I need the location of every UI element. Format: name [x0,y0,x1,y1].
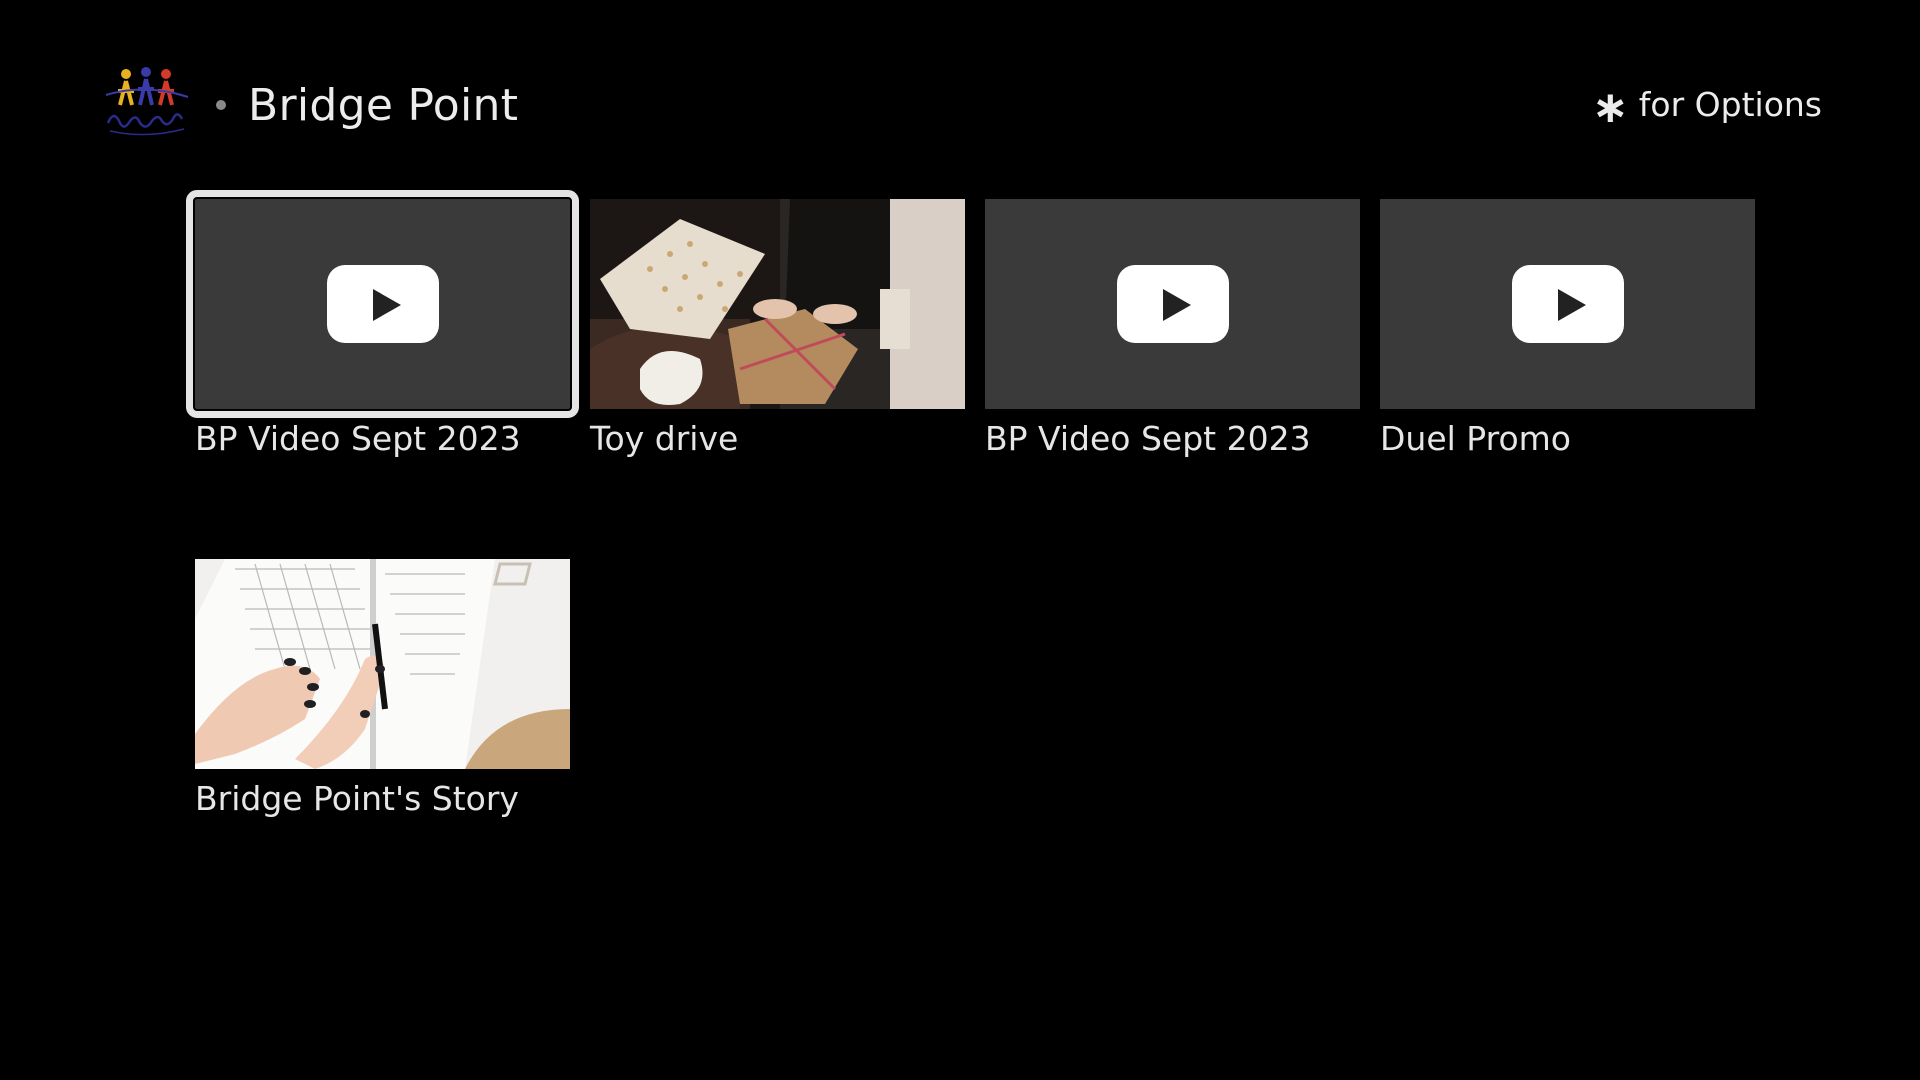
video-title: Bridge Point's Story [195,779,519,818]
play-icon [1511,265,1624,343]
bridge-point-logo-icon [105,67,189,136]
channel-title: Bridge Point [248,79,519,131]
separator-dot [216,100,226,110]
options-hint: ∗ for Options [1592,82,1822,130]
video-thumbnail [985,199,1360,409]
play-icon [326,265,439,343]
video-tile[interactable]: BP Video Sept 2023 [985,199,1360,559]
video-title: BP Video Sept 2023 [195,419,521,458]
options-hint-label: for Options [1638,84,1822,124]
play-icon [1116,265,1229,343]
video-thumbnail [195,559,570,769]
video-thumbnail [590,199,965,409]
gift-wrapping-photo [590,199,965,409]
video-thumbnail [186,190,579,418]
video-grid: BP Video Sept 2023 Toy drive BP Video Se… [186,190,1755,919]
video-tile[interactable]: Duel Promo [1380,199,1755,559]
asterisk-icon: ∗ [1591,82,1629,133]
video-tile[interactable]: Toy drive [590,199,965,559]
video-title: Toy drive [590,419,739,458]
video-tile[interactable]: BP Video Sept 2023 [186,190,579,559]
channel-screen: Bridge Point ∗ for Options BP Video Sept… [0,0,1920,1080]
channel-header: Bridge Point [100,60,518,150]
video-thumbnail [1380,199,1755,409]
video-title: Duel Promo [1380,419,1571,458]
video-title: BP Video Sept 2023 [985,419,1311,458]
video-tile[interactable]: Bridge Point's Story [195,559,570,919]
notebook-writing-photo [195,559,570,769]
